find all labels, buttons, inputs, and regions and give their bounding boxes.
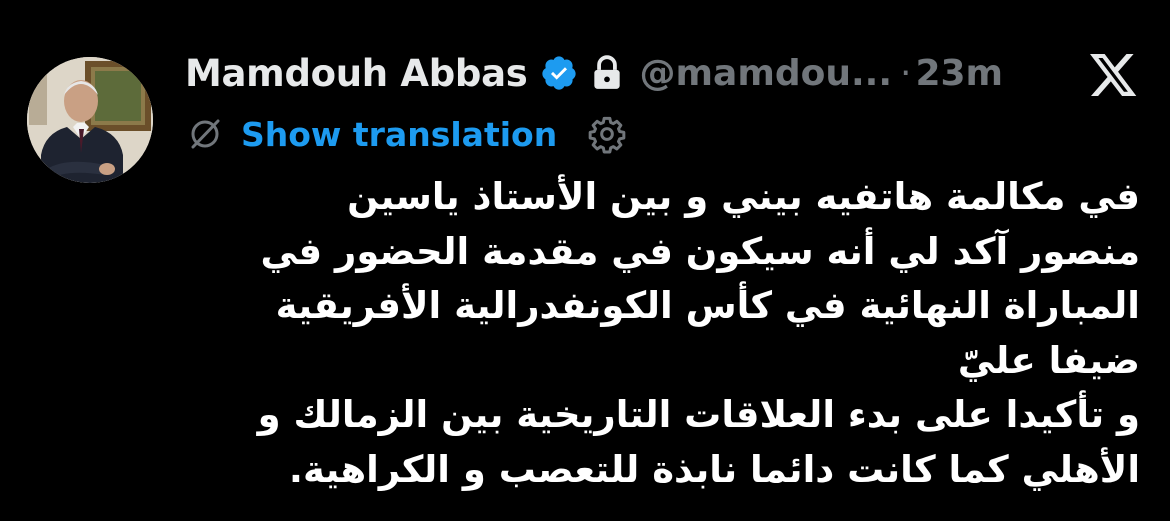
tweet-text-line: منصور آكد لي أنه سيكون في مقدمة الحضور ف…: [260, 229, 1141, 273]
tweet-text-line: في مكالمة هاتفيه بيني و بين الأستاذ ياسي…: [347, 175, 1140, 218]
verified-badge-icon: [540, 54, 578, 92]
tweet-header: Mamdouh Abbas @mamdou... · 23m: [185, 46, 1145, 100]
tweet-text: في مكالمة هاتفيه بيني و بين الأستاذ ياسي…: [180, 170, 1140, 497]
gear-icon[interactable]: [587, 114, 627, 154]
x-logo-icon[interactable]: [1090, 54, 1138, 98]
avatar[interactable]: [27, 57, 153, 183]
tweet-text-line: الأهلي كما كانت دائما نابذة للتعصب و الك…: [288, 447, 1140, 491]
translation-row: Show translation: [185, 108, 627, 160]
tweet-text-line: المباراة النهائية في كأس الكونفدرالية ال…: [275, 284, 1140, 327]
translate-icon: [185, 114, 225, 154]
separator-dot: ·: [900, 52, 912, 94]
lock-icon: [590, 54, 624, 92]
tweet-text-line: ضيفا عليّ: [957, 338, 1140, 382]
avatar-photo: [27, 57, 153, 183]
show-translation-link[interactable]: Show translation: [241, 115, 557, 154]
tweet-text-line: و تأكيدا على بدء العلاقات التاريخية بين …: [257, 393, 1140, 436]
author-display-name[interactable]: Mamdouh Abbas: [185, 52, 528, 95]
author-handle[interactable]: @mamdou...: [640, 53, 892, 94]
post-timestamp[interactable]: 23m: [915, 53, 1003, 94]
